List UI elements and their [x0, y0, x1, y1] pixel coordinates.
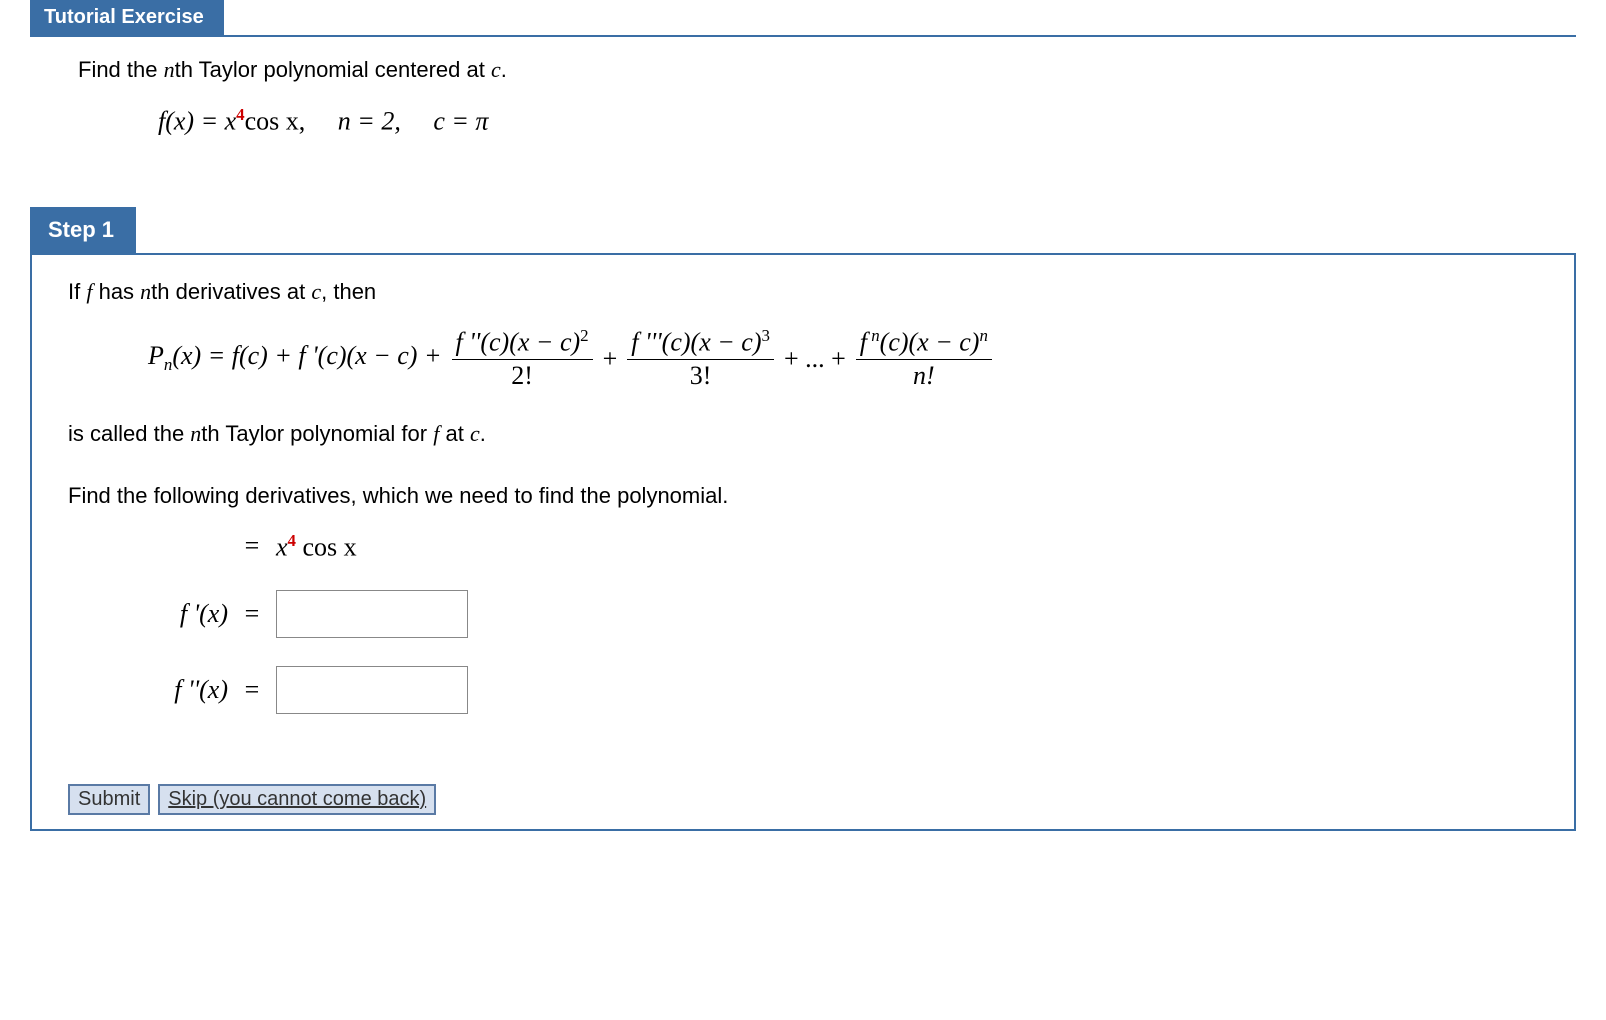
t1n: n	[140, 279, 151, 304]
submit-button[interactable]: Submit	[68, 784, 150, 815]
formula-termn: f n(c)(x − c)n n!	[856, 327, 992, 391]
problem-function: f(x) = x4cos x, n = 2, c = π	[158, 105, 1558, 137]
t1cv: c	[311, 279, 321, 304]
t2-den: 2!	[511, 360, 533, 391]
f-rhs-exp: 4	[288, 531, 296, 550]
problem-statement: Find the nth Taylor polynomial centered …	[30, 37, 1576, 197]
t1b: has	[92, 279, 140, 304]
f2prime-label: f ''(x)	[158, 675, 228, 705]
func-rhs: cos x,	[245, 107, 306, 136]
t3-den: 3!	[690, 360, 712, 391]
deriv-row-fprime: f '(x) =	[158, 590, 1538, 638]
step-line-3: Find the following derivatives, which we…	[68, 483, 1538, 509]
fprime-eq: =	[242, 599, 262, 629]
derivative-table: = x4 cos x f '(x) = f ''(x) =	[158, 531, 1538, 715]
t2cv: c	[470, 421, 480, 446]
step-1-body: If f has nth derivatives at c, then Pn(x…	[30, 255, 1576, 832]
prompt-text-end: .	[501, 57, 507, 82]
tn-num-b: (c)(x − c)	[880, 327, 980, 356]
formula-plus-dots: + ... +	[784, 344, 846, 374]
tn-den: n!	[913, 360, 935, 391]
t2-num-exp: 2	[580, 326, 588, 345]
problem-prompt: Find the nth Taylor polynomial centered …	[78, 57, 1558, 83]
t1a: If	[68, 279, 86, 304]
skip-button[interactable]: Skip (you cannot come back)	[158, 784, 436, 815]
step-line-2: is called the nth Taylor polynomial for …	[68, 421, 1538, 447]
formula-term2: f ''(c)(x − c)2 2!	[452, 327, 593, 391]
t1c: th derivatives at	[151, 279, 311, 304]
t2b: th Taylor polynomial for	[201, 421, 433, 446]
header-divider: Tutorial Exercise	[30, 0, 1576, 37]
tutorial-exercise-header: Tutorial Exercise	[30, 0, 224, 35]
c-value: c = π	[433, 107, 488, 136]
f-rhs-a: x	[276, 532, 288, 561]
t3-num-exp: 3	[761, 326, 769, 345]
formula-plus1: +	[603, 344, 618, 374]
prompt-n: n	[164, 57, 175, 82]
taylor-formula: Pn (x) = f(c) + f '(c)(x − c) + f ''(c)(x…	[148, 327, 1538, 391]
tn-num-exp: n	[979, 326, 987, 345]
t2n: n	[190, 421, 201, 446]
fprime-input[interactable]	[276, 590, 468, 638]
f-eq: =	[242, 531, 262, 561]
t2-num-a: f ''(c)(x − c)	[456, 327, 581, 356]
step-line-1: If f has nth derivatives at c, then	[68, 279, 1538, 305]
formula-P: P	[148, 341, 164, 370]
formula-term3: f '''(c)(x − c)3 3!	[627, 327, 774, 391]
t1d: , then	[321, 279, 376, 304]
prompt-c: c	[491, 57, 501, 82]
func-lhs: f(x) = x	[158, 107, 236, 136]
step-divider: Step 1	[30, 207, 1576, 255]
prompt-text-mid: th Taylor polynomial centered at	[175, 57, 491, 82]
formula-lhs-arg: (x) = f(c) + f '(c)(x − c) +	[172, 341, 441, 370]
prompt-text-pre: Find the	[78, 57, 164, 82]
f2prime-input[interactable]	[276, 666, 468, 714]
n-value: n = 2,	[338, 107, 401, 136]
deriv-row-f: = x4 cos x	[158, 531, 1538, 563]
tn-num-sup: n	[867, 326, 880, 345]
t3-num-a: f '''(c)(x − c)	[631, 327, 761, 356]
f-rhs-b: cos x	[296, 532, 357, 561]
step-1-header: Step 1	[30, 207, 136, 253]
deriv-row-f2prime: f ''(x) =	[158, 666, 1538, 714]
button-row: Submit Skip (you cannot come back)	[68, 784, 1538, 815]
fprime-label: f '(x)	[158, 599, 228, 629]
t2c: at	[439, 421, 470, 446]
f2prime-eq: =	[242, 675, 262, 705]
tn-num-a: f	[860, 327, 867, 356]
t2a: is called the	[68, 421, 190, 446]
func-exponent: 4	[236, 105, 244, 124]
t2d: .	[480, 421, 486, 446]
